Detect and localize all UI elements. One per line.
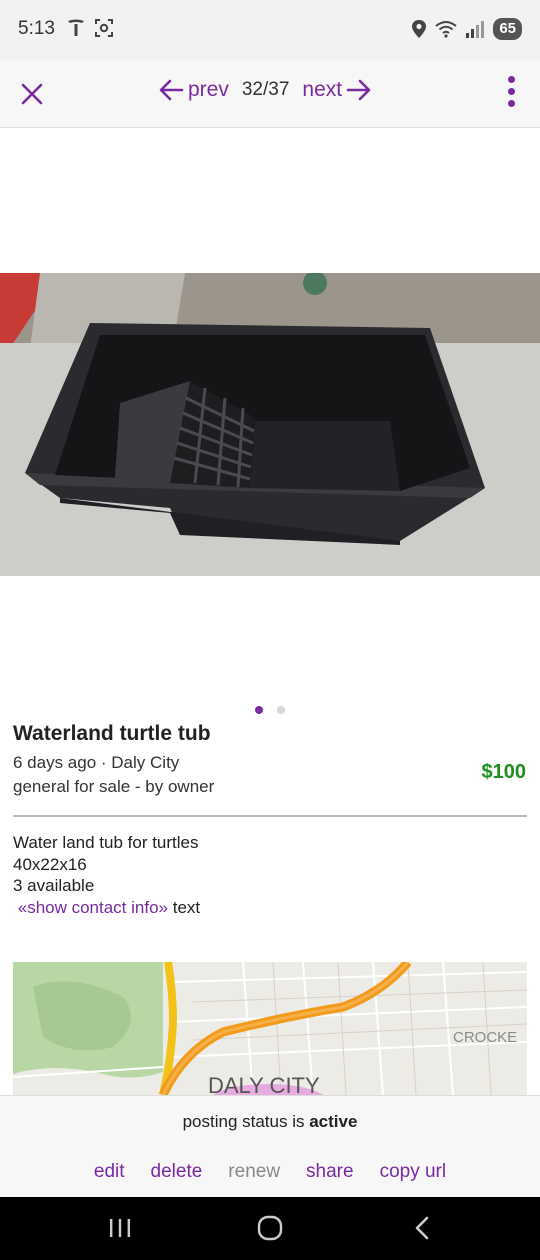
pagination-dot[interactable] [277, 706, 286, 714]
prev-label: prev [188, 78, 229, 101]
status-bar: 5:13 65 [0, 0, 540, 60]
recent-apps-icon[interactable] [108, 1217, 132, 1239]
listing-title: Waterland turtle tub [13, 722, 211, 745]
map-label-area: CROCKE [453, 1029, 517, 1046]
contact-line: «show contact info» text [13, 897, 200, 919]
share-button[interactable]: share [306, 1161, 354, 1183]
listing-photo[interactable] [0, 273, 540, 576]
description-line: 40x22x16 [13, 854, 87, 874]
posting-status: posting status is active [0, 1112, 540, 1132]
listing-meta: 6 days ago · Daly City general for sale … [13, 751, 214, 799]
arrow-right-icon [346, 79, 371, 101]
posted-info: 6 days ago · Daly City [13, 753, 180, 772]
status-time: 5:13 [18, 18, 55, 39]
home-icon[interactable] [257, 1215, 283, 1241]
image-gallery[interactable] [0, 128, 540, 718]
turtle-tub-image [0, 273, 540, 576]
map-label-city: DALY CITY [208, 1073, 320, 1095]
posting-action-bar: posting status is active edit delete ren… [0, 1095, 540, 1197]
divider [13, 815, 527, 817]
prev-button[interactable]: prev [158, 78, 229, 102]
battery-icon: 65 [493, 18, 522, 40]
arrow-left-icon [159, 79, 184, 101]
delete-button[interactable]: delete [151, 1161, 203, 1183]
status-prefix: posting status is [182, 1112, 310, 1131]
location-icon [412, 20, 427, 38]
back-icon[interactable] [412, 1215, 432, 1241]
gallery-pagination [0, 701, 540, 719]
posting-actions: edit delete renew share copy url [0, 1161, 540, 1183]
close-icon[interactable] [18, 80, 46, 108]
renew-button[interactable]: renew [228, 1161, 280, 1183]
copy-url-button[interactable]: copy url [380, 1161, 447, 1183]
listing-description: Water land tub for turtles 40x22x16 3 av… [13, 832, 200, 918]
map-image: DALY CITY CROCKE [13, 962, 527, 1095]
description-line: Water land tub for turtles [13, 833, 199, 852]
edit-button[interactable]: edit [94, 1161, 125, 1183]
listing-price: $100 [481, 761, 527, 783]
pagination-dot-active[interactable] [254, 706, 263, 714]
listing-category: general for sale - by owner [13, 777, 215, 796]
show-contact-info-link[interactable]: «show contact info» [18, 898, 168, 917]
signal-icon [466, 21, 485, 38]
location-map[interactable]: DALY CITY CROCKE [13, 962, 527, 1095]
listing-nav-bar: prev 32/37 next [0, 60, 540, 128]
contact-suffix: text [168, 897, 201, 917]
more-options-icon[interactable] [506, 76, 516, 110]
tesla-icon [68, 19, 84, 36]
screenshot-icon [95, 19, 113, 37]
description-line: 3 available [13, 876, 95, 895]
system-nav-bar [0, 1197, 540, 1260]
image-counter: 32/37 [241, 79, 290, 100]
next-label: next [302, 78, 343, 101]
status-value: active [309, 1112, 358, 1131]
wifi-icon [435, 21, 457, 38]
next-button[interactable]: next [302, 78, 372, 102]
